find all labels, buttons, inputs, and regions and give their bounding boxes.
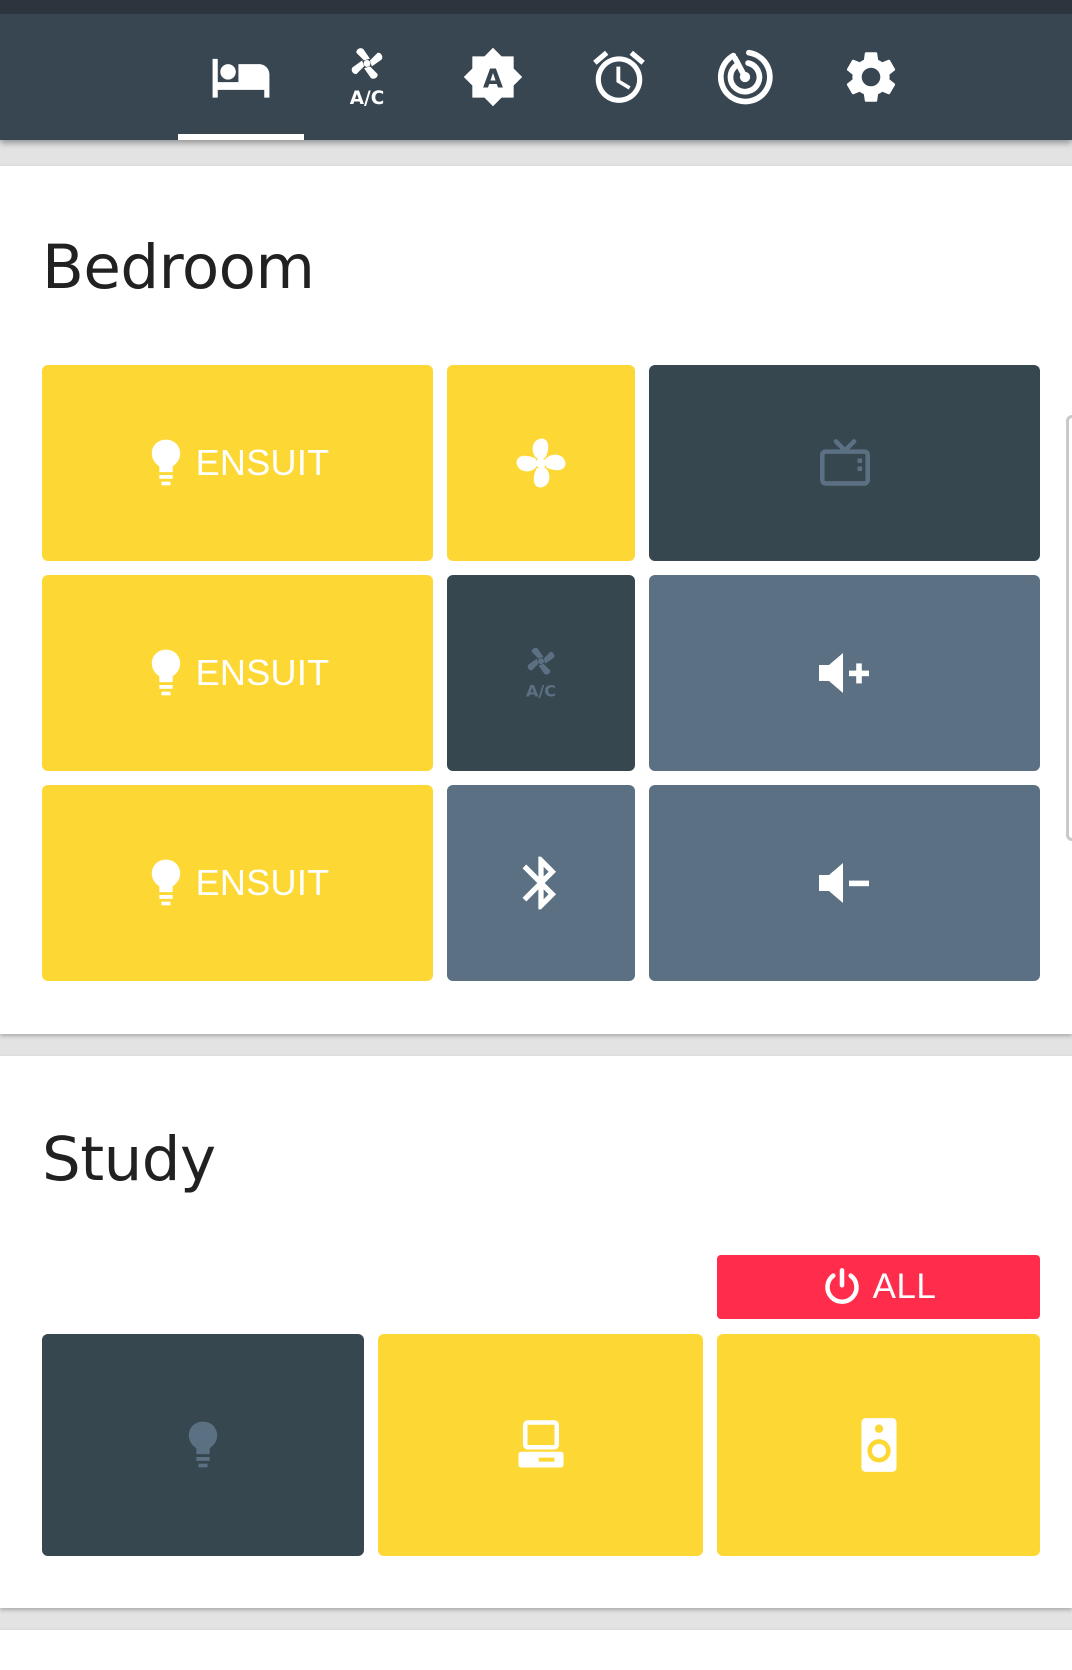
volume-up-button[interactable] (649, 575, 1040, 771)
svg-text:A/C: A/C (526, 682, 556, 701)
tab-radar[interactable] (682, 14, 808, 140)
power-icon (824, 1268, 859, 1304)
tab-alarm[interactable] (556, 14, 682, 140)
volume-plus-icon (818, 653, 869, 693)
ensuit-light-3-label: ENSUIT (195, 862, 330, 903)
tv-button[interactable] (649, 365, 1040, 561)
bluetooth-icon (522, 856, 557, 910)
bluetooth-button[interactable] (447, 785, 635, 981)
speaker-icon (861, 1418, 896, 1472)
tab-air-conditioning[interactable]: A/C (304, 14, 430, 140)
status-edge (0, 0, 1072, 14)
study-computer-button[interactable] (378, 1334, 703, 1556)
fan-ac-icon: A/C (526, 647, 556, 701)
next-card (0, 1630, 1072, 1670)
radar-icon (717, 49, 773, 105)
brightness-auto-icon: A (463, 47, 523, 107)
bedroom-card: Bedroom ENSUIT ENSUIT ENSUIT A/C (0, 166, 1072, 1034)
svg-text:A: A (483, 64, 503, 94)
alarm-clock-icon (593, 50, 645, 103)
bedroom-title: Bedroom (42, 232, 315, 303)
ensuit-light-3-button[interactable]: ENSUIT (42, 785, 433, 981)
ensuit-light-2-label: ENSUIT (195, 652, 330, 693)
bed-icon (212, 58, 270, 98)
volume-minus-icon (818, 863, 869, 903)
scrollbar-hint[interactable] (1066, 415, 1072, 841)
tv-icon (819, 439, 870, 486)
tab-brightness-auto[interactable]: A (430, 14, 556, 140)
tab-bedroom[interactable] (178, 14, 304, 140)
svg-text:A/C: A/C (350, 88, 384, 108)
computer-icon (518, 1420, 563, 1468)
ensuit-light-1-button[interactable]: ENSUIT (42, 365, 433, 561)
study-title: Study (42, 1124, 216, 1195)
top-nav-bar: A/C A (0, 0, 1072, 140)
lightbulb-icon (151, 439, 180, 486)
fan-ac-icon: A/C (350, 48, 384, 108)
study-light-button[interactable] (42, 1334, 364, 1556)
gear-icon (846, 52, 896, 102)
lightbulb-icon (151, 649, 180, 696)
lightbulb-icon (188, 1421, 218, 1468)
ac-button[interactable]: A/C (447, 575, 635, 771)
ensuit-light-2-button[interactable]: ENSUIT (42, 575, 433, 771)
power-all-label: ALL (872, 1267, 937, 1306)
fan-icon (516, 438, 566, 488)
study-speaker-button[interactable] (717, 1334, 1040, 1556)
tab-selected-indicator (178, 134, 304, 140)
volume-down-button[interactable] (649, 785, 1040, 981)
ensuit-light-1-label: ENSUIT (195, 442, 330, 483)
tab-settings[interactable] (808, 14, 934, 140)
lightbulb-icon (151, 859, 180, 906)
study-card: Study ALL (0, 1056, 1072, 1608)
fan-button[interactable] (447, 365, 635, 561)
power-all-button[interactable]: ALL (717, 1255, 1040, 1319)
